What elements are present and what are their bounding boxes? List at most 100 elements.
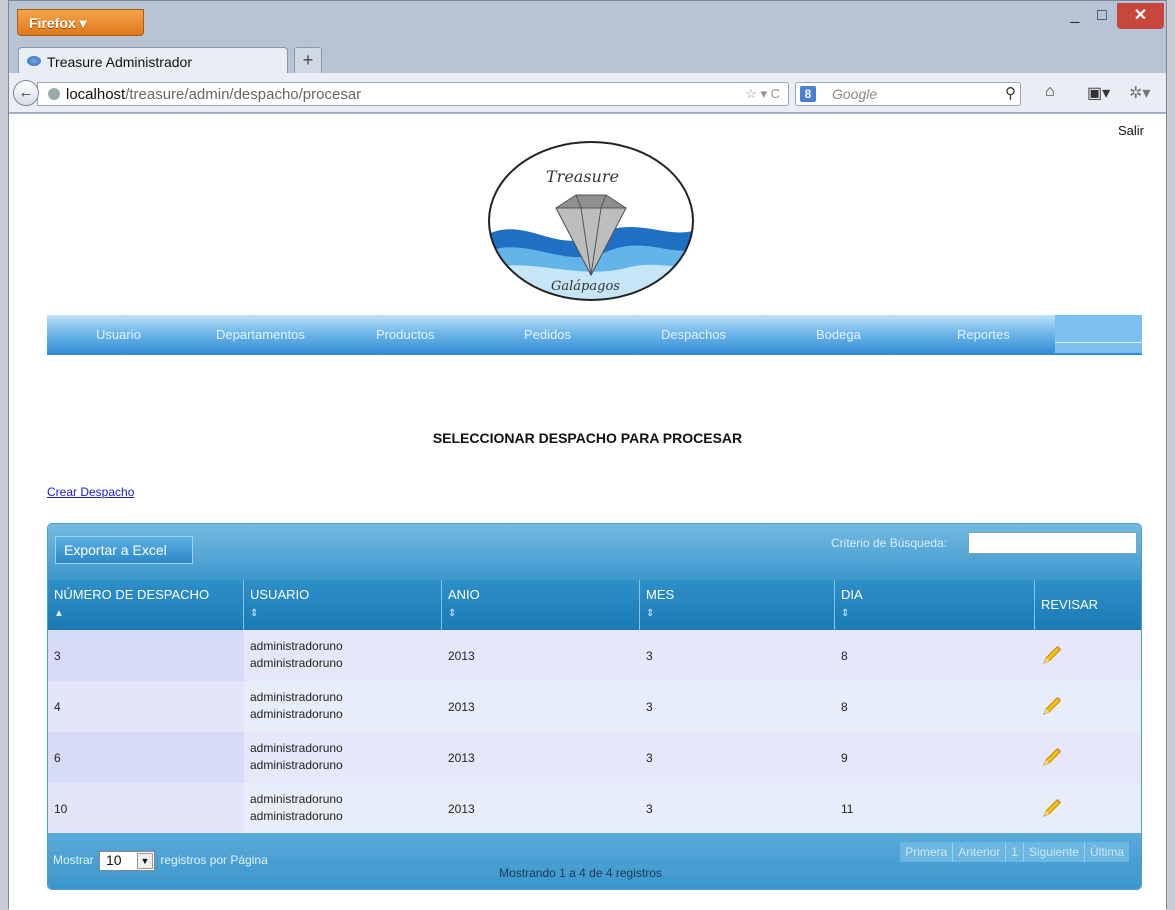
bookmark-star-icon[interactable]: ☆ ▾ C — [745, 86, 780, 102]
cell-usuario-line: administradoruno — [250, 741, 343, 755]
menu-item-usuario[interactable]: Usuario — [96, 327, 141, 342]
column-dia[interactable]: DIA ⇕ — [835, 580, 1035, 630]
addon-icon[interactable]: ✲▾ — [1129, 83, 1150, 103]
menu-bar-tail — [1055, 315, 1142, 355]
crear-despacho-link[interactable]: Crear Despacho — [47, 485, 134, 499]
url-bar[interactable]: localhost/treasure/admin/despacho/proces… — [37, 82, 789, 106]
cell-usuario: administradoruno administradoruno — [244, 732, 442, 783]
menu-bar: Usuario Departamentos Productos Pedidos … — [47, 315, 1055, 355]
table-row: 10 administradoruno administradoruno 2013 3 1… — [48, 783, 1141, 834]
sort-both-icon: ⇕ — [448, 608, 457, 619]
menu-item-pedidos[interactable]: Pedidos — [524, 327, 571, 342]
cell-numero: 4 — [48, 681, 244, 732]
tab-strip: Treasure Administrador + — [9, 41, 1166, 75]
column-label: MES — [646, 587, 675, 602]
search-icon[interactable]: ⚲ — [1005, 84, 1016, 102]
logout-link[interactable]: Salir — [1118, 123, 1144, 138]
column-label: ANIO — [448, 587, 480, 602]
edit-pencil-icon[interactable] — [1040, 797, 1062, 819]
column-label: USUARIO — [250, 587, 310, 602]
table-info: Mostrando 1 a 4 de 4 registros — [499, 866, 662, 880]
pager-previous[interactable]: Anterior — [953, 842, 1007, 862]
menu-item-despachos[interactable]: Despachos — [661, 327, 726, 342]
globe-icon — [48, 88, 60, 100]
cell-anio: 2013 — [448, 801, 475, 816]
cell-dia: 9 — [841, 750, 848, 765]
close-window-button[interactable]: ✕ — [1117, 3, 1164, 29]
column-label: DIA — [841, 587, 863, 602]
firefox-menu-button[interactable]: Firefox ▾ — [17, 9, 144, 36]
browser-tab[interactable]: Treasure Administrador — [18, 47, 288, 75]
despachos-table: Exportar a Excel Criterio de Búsqueda: N… — [47, 523, 1142, 890]
treasure-galapagos-logo: Treasure Galápagos — [488, 141, 694, 301]
edit-pencil-icon[interactable] — [1040, 746, 1062, 768]
cell-numero: 6 — [48, 732, 244, 783]
export-excel-button[interactable]: Exportar a Excel — [55, 536, 193, 564]
cell-usuario-line: administradoruno — [250, 758, 343, 772]
google-icon: 8 — [800, 86, 816, 102]
menu-item-productos[interactable]: Productos — [376, 327, 435, 342]
column-revisar: REVISAR — [1035, 580, 1141, 630]
page-title: SELECCIONAR DESPACHO PARA PROCESAR — [432, 430, 743, 446]
tab-title: Treasure Administrador — [47, 54, 192, 70]
home-icon[interactable]: ⌂ — [1045, 83, 1055, 101]
column-label: NÚMERO DE DESPACHO — [54, 587, 210, 602]
search-criteria-label: Criterio de Búsqueda: — [831, 536, 948, 550]
edit-pencil-icon[interactable] — [1040, 695, 1062, 717]
menu-item-reportes[interactable]: Reportes — [957, 327, 1010, 342]
sort-both-icon: ⇕ — [250, 608, 259, 619]
cell-usuario: administradoruno administradoruno — [244, 783, 442, 834]
cell-dia: 11 — [841, 801, 854, 816]
site-favicon-icon — [27, 56, 41, 66]
logo-text-bottom: Galápagos — [551, 279, 620, 294]
main-menu: Usuario Departamentos Productos Pedidos … — [47, 315, 1142, 355]
column-usuario[interactable]: USUARIO ⇕ — [244, 580, 442, 630]
cell-dia: 8 — [841, 648, 848, 663]
menu-item-bodega[interactable]: Bodega — [816, 327, 861, 342]
new-tab-button[interactable]: + — [294, 47, 322, 73]
cell-dia: 8 — [841, 699, 848, 714]
browser-window: Firefox ▾ _ □ ✕ Treasure Administrador +… — [8, 0, 1167, 910]
cell-anio: 2013 — [448, 648, 475, 663]
back-button[interactable]: ← — [13, 80, 39, 106]
cell-numero: 3 — [48, 630, 244, 681]
cell-usuario-line: administradoruno — [250, 656, 343, 670]
sort-both-icon: ⇕ — [646, 608, 655, 619]
column-mes[interactable]: MES ⇕ — [640, 580, 835, 630]
column-numero-despacho[interactable]: NÚMERO DE DESPACHO ▲ — [48, 580, 244, 630]
pager-page-1[interactable]: 1 — [1006, 842, 1024, 862]
cell-mes: 3 — [646, 648, 653, 663]
cell-usuario: administradoruno administradoruno — [244, 681, 442, 732]
edit-pencil-icon[interactable] — [1040, 644, 1062, 666]
logo-text-top: Treasure — [546, 167, 619, 186]
bookmarks-icon[interactable]: ▣▾ — [1087, 83, 1110, 103]
cell-usuario-line: administradoruno — [250, 809, 343, 823]
cell-anio: 2013 — [448, 699, 475, 714]
table-toolbar: Exportar a Excel Criterio de Búsqueda: — [48, 524, 1141, 580]
page-content: Salir Treasure Galápagos Usuario Departa… — [9, 114, 1166, 910]
search-placeholder: Google — [832, 86, 878, 102]
search-criteria-input[interactable] — [968, 532, 1137, 554]
sort-both-icon: ⇕ — [841, 608, 850, 619]
pager-next[interactable]: Siguiente — [1023, 842, 1085, 862]
cell-mes: 3 — [646, 699, 653, 714]
search-box[interactable]: 8 Google ⚲ — [795, 82, 1021, 106]
pagination: Primera Anterior 1 Siguiente Última — [900, 842, 1129, 862]
cell-numero: 10 — [48, 783, 244, 834]
pager-last[interactable]: Última — [1084, 842, 1129, 862]
maximize-button[interactable]: □ — [1082, 3, 1122, 29]
sort-asc-icon: ▲ — [54, 608, 64, 619]
table-footer: Mostrar 10 ▼ registros por Página Primera… — [48, 833, 1141, 889]
column-anio[interactable]: ANIO ⇕ — [442, 580, 640, 630]
cell-usuario-line: administradoruno — [250, 639, 343, 653]
cell-usuario-line: administradoruno — [250, 690, 343, 704]
url-host: localhost — [66, 86, 126, 103]
pager-first[interactable]: Primera — [900, 842, 954, 862]
table-row: 6 administradoruno administradoruno 2013 3 9 — [48, 732, 1141, 783]
menu-item-departamentos[interactable]: Departamentos — [216, 327, 305, 342]
cell-mes: 3 — [646, 750, 653, 765]
cell-usuario-line: administradoruno — [250, 792, 343, 806]
title-bar: Firefox ▾ _ □ ✕ — [9, 1, 1166, 41]
cell-usuario: administradoruno administradoruno — [244, 630, 442, 681]
table-row: 4 administradoruno administradoruno 2013 3 8 — [48, 681, 1141, 732]
